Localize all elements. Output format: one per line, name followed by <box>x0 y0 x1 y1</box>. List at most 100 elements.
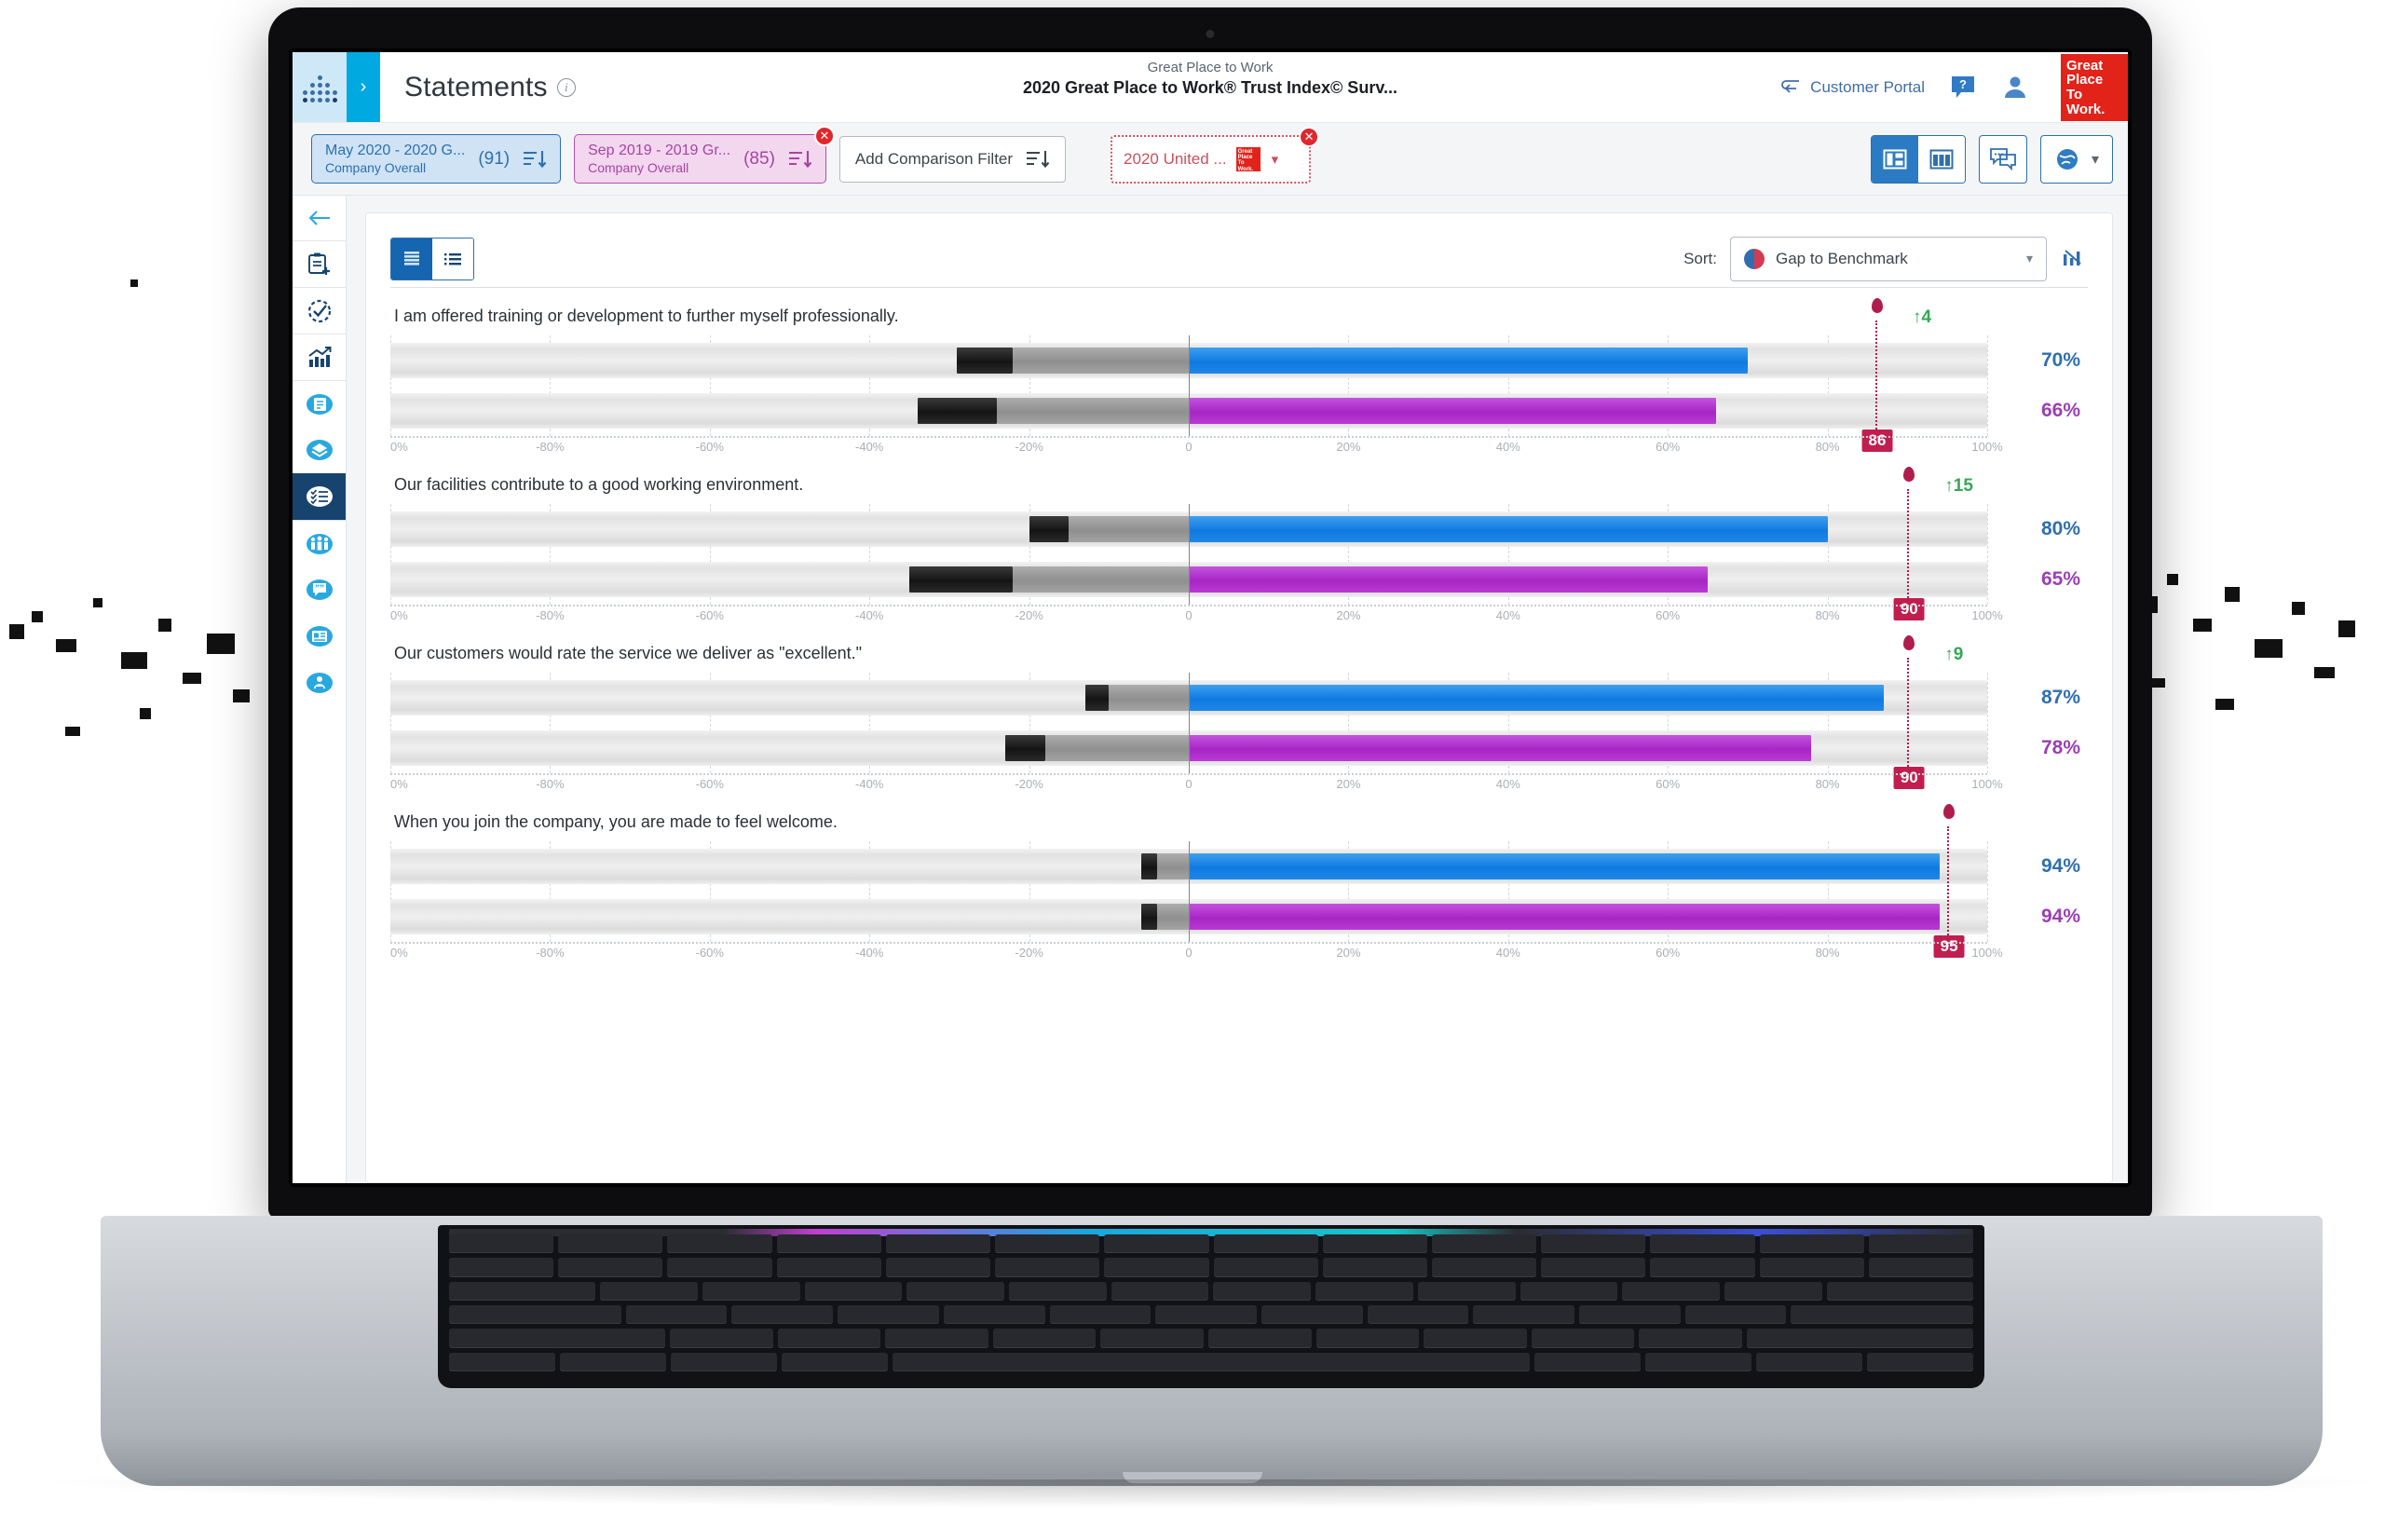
x-axis-ticks: -100% -80% -60% -40% -20% 0 20% 40% 60% 80% 100% <box>390 773 2003 797</box>
delta-indicator: ↑9 <box>1944 645 1964 664</box>
remove-comparison-filter-button[interactable]: ✕ <box>813 125 835 146</box>
x-tick-label: -80% <box>536 946 565 960</box>
info-icon[interactable]: i <box>556 77 576 97</box>
x-tick-label: 100% <box>1971 946 2003 960</box>
negative-mid-segment <box>1156 853 1189 879</box>
sidebar-item-reports[interactable] <box>293 380 346 427</box>
help-question-icon[interactable]: ? <box>1949 74 1977 102</box>
sidebar-back-button[interactable] <box>293 196 346 240</box>
bar-value-label: 94% <box>2040 855 2080 877</box>
statement-chart-block: Our facilities contribute to a good work… <box>390 462 2088 631</box>
sidebar-item-comments[interactable]: ”” <box>293 566 346 613</box>
brand-line-4: Work. <box>2066 101 2106 117</box>
positive-segment <box>1189 853 1940 879</box>
chart-view-toggle <box>390 237 474 280</box>
sort-select[interactable]: Gap to Benchmark ▾ <box>1730 236 2047 281</box>
x-tick-label: 100% <box>1971 777 2003 791</box>
benchmark-line: 95 <box>1933 804 1965 958</box>
comparison-filter-count: (85) <box>743 148 775 169</box>
statement-text: I am offered training or development to … <box>394 307 899 325</box>
comparison-filter-pill[interactable]: Sep 2019 - 2019 Gr... Company Overall (8… <box>574 125 835 184</box>
x-tick-label: 20% <box>1336 440 1361 454</box>
positive-segment <box>1189 398 1716 424</box>
comments-button[interactable] <box>1978 134 2027 184</box>
x-tick-label: -100% <box>390 777 408 791</box>
bar-chart-view-button[interactable] <box>391 238 432 279</box>
zero-axis-line <box>1189 841 1190 942</box>
x-tick-label: -40% <box>855 608 884 622</box>
bar-value-label: 80% <box>2040 518 2080 539</box>
sidebar-expand-button[interactable]: › <box>347 52 380 122</box>
x-tick-label: 20% <box>1336 777 1361 791</box>
statement-plot: 70% 66% 86 ↑4 <box>390 298 2088 452</box>
content-area: Sort: Gap to Benchmark ▾ I am offered tr… <box>347 196 2128 1183</box>
sidebar-item-survey-status[interactable] <box>293 287 346 334</box>
chart-export-icon <box>2064 250 2081 266</box>
checklist-icon <box>306 486 333 507</box>
sidebar-item-id-card[interactable] <box>293 613 346 660</box>
sidebar-item-demographics[interactable] <box>293 520 346 566</box>
sidebar-item-user-settings[interactable] <box>293 660 346 706</box>
x-tick-label: 40% <box>1495 946 1520 960</box>
x-tick-label: 100% <box>1971 440 2003 454</box>
screenshot-stage: › Statements i Great Place to Work 2020 … <box>0 0 2385 1540</box>
chart-export-button[interactable] <box>2060 243 2088 274</box>
sort-controls: Sort: Gap to Benchmark ▾ <box>1683 236 2088 281</box>
return-arrow-icon <box>1781 79 1800 93</box>
x-tick-label: -60% <box>695 777 724 791</box>
globe-icon <box>2056 148 2078 170</box>
chevron-right-icon: › <box>360 76 367 97</box>
x-tick-label: -20% <box>1015 440 1043 454</box>
zero-axis-line <box>1189 504 1190 605</box>
negative-mid-segment <box>1044 735 1189 761</box>
negative-mid-segment <box>997 398 1189 424</box>
axis-dotted-line <box>390 436 1987 438</box>
list-view-button[interactable] <box>432 238 473 279</box>
keyboard-row <box>449 1258 1973 1277</box>
x-tick-label: -80% <box>536 777 565 791</box>
benchmark-dot-icon <box>1903 467 1915 482</box>
sidebar-item-survey-create[interactable] <box>293 240 346 287</box>
axis-dotted-line <box>390 773 1987 775</box>
language-selector[interactable]: ▾ <box>2039 134 2113 184</box>
sidebar-item-statements[interactable] <box>293 473 346 520</box>
customer-portal-link[interactable]: Customer Portal <box>1780 78 1925 97</box>
filter-sort-icon[interactable] <box>788 149 812 170</box>
add-comparison-filter-button[interactable]: Add Comparison Filter <box>838 135 1067 183</box>
statements-card: Sort: Gap to Benchmark ▾ I am offered tr… <box>365 212 2113 1183</box>
document-icon <box>306 393 333 415</box>
sidebar-item-layers[interactable] <box>293 427 346 473</box>
split-panel-icon <box>1883 149 1907 169</box>
page-title: Statements <box>404 71 548 102</box>
remove-benchmark-button[interactable]: ✕ <box>1299 126 1320 147</box>
primary-filter-pill[interactable]: May 2020 - 2020 G... Company Overall (91… <box>311 133 562 184</box>
statement-plot: 94% 94% 95 <box>390 804 2088 958</box>
x-tick-label: -60% <box>695 608 724 622</box>
plot-inner: 94% 94% 95 <box>390 804 2080 958</box>
add-comparison-filter-label: Add Comparison Filter <box>854 149 1014 168</box>
filter-sort-icon[interactable] <box>523 149 547 170</box>
x-tick-label: 100% <box>1971 608 2003 622</box>
gptw-brand-logo: Great Place To Work. <box>2061 53 2128 121</box>
plot-inner: 70% 66% 86 ↑4 <box>390 298 2080 452</box>
benchmark-dot-icon <box>1943 804 1956 819</box>
negative-mid-segment <box>1156 904 1189 930</box>
comment-bubbles-icon <box>1990 147 2016 170</box>
benchmark-selector[interactable]: 2020 United ... Great Place To Work. ▾ ✕ <box>1111 126 1320 184</box>
user-account-icon[interactable] <box>2001 74 2029 102</box>
x-tick-label: 40% <box>1495 777 1520 791</box>
table-view-button[interactable] <box>1917 135 1965 183</box>
page-title-group: Statements i <box>380 52 576 122</box>
glitch-pixels-left <box>0 279 270 773</box>
split-view-button[interactable] <box>1871 135 1918 183</box>
brand-line-1: Great <box>2066 57 2104 74</box>
keyboard-row <box>449 1234 1973 1254</box>
negative-strong-segment <box>1140 853 1157 879</box>
x-tick-label: -20% <box>1015 608 1043 622</box>
primary-filter-count: (91) <box>478 148 511 169</box>
zero-axis-line <box>1189 335 1190 436</box>
x-tick-label: -100% <box>390 608 408 622</box>
bar-value-label: 78% <box>2040 737 2080 758</box>
x-tick-label: -40% <box>855 946 884 960</box>
sidebar-item-analytics[interactable] <box>293 334 346 380</box>
